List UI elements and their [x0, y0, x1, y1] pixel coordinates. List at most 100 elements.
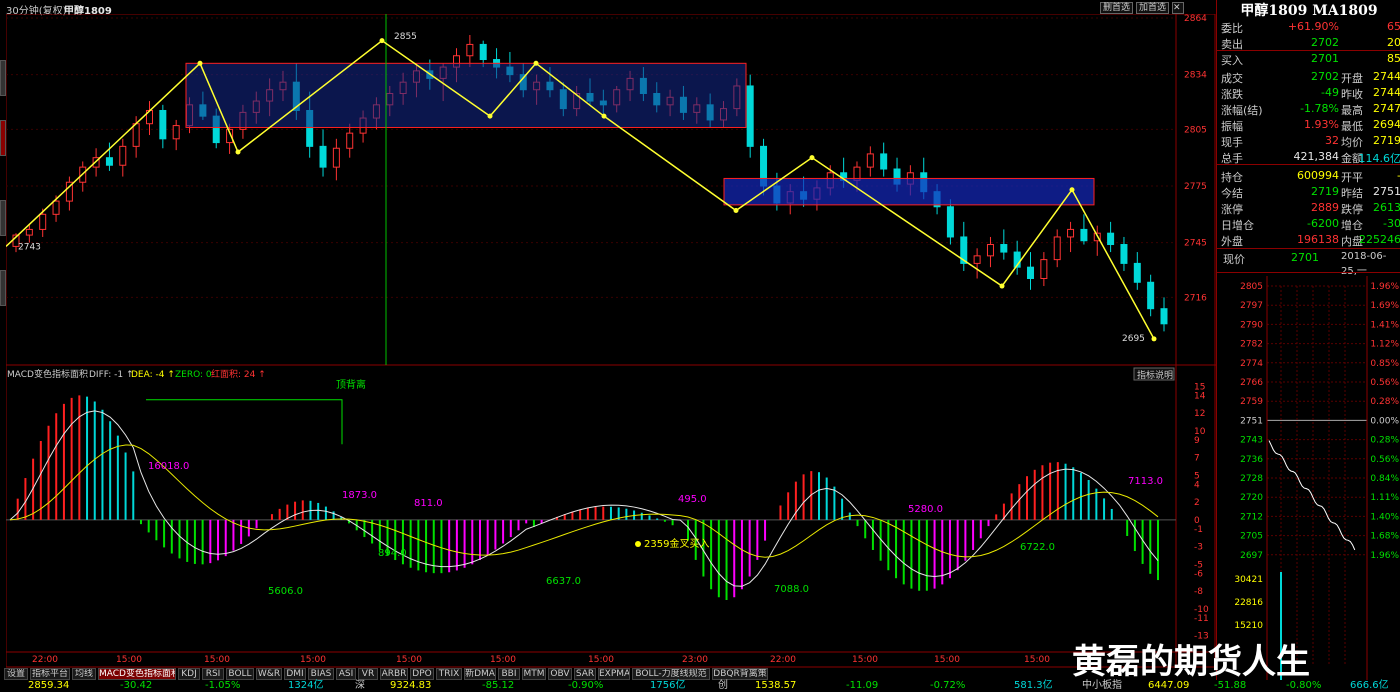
indicator-tab[interactable]: TRIX: [436, 668, 462, 680]
quote-value: 20: [1387, 36, 1400, 49]
quote-label: 现手: [1221, 136, 1243, 149]
indicator-tab[interactable]: BIAS: [308, 668, 334, 680]
indicator-tab[interactable]: DMI: [284, 668, 306, 680]
mini-price-label: 2790: [1240, 320, 1263, 330]
macd-tick-label: 7: [1194, 454, 1200, 464]
macd-diff-line: [9, 410, 1159, 587]
indicator-tab[interactable]: BOLL: [226, 668, 254, 680]
macd-tick-label: 12: [1194, 409, 1205, 419]
low-price-label: 2695: [1122, 334, 1145, 344]
mini-price-label: 2782: [1240, 340, 1263, 350]
mini-price-label: 2759: [1240, 397, 1263, 407]
mini-pct-label: 1.11%: [1370, 493, 1399, 503]
macd-tick-label: -11: [1194, 614, 1209, 624]
time-axis-label: 15:00: [852, 655, 878, 665]
time-axis-label: 15:00: [490, 655, 516, 665]
zigzag-pivot: [1151, 336, 1157, 342]
indicator-tab[interactable]: KDJ: [178, 668, 200, 680]
quote-value: 65: [1387, 20, 1400, 33]
candle-body: [1067, 228, 1075, 238]
status-value: 2859.34: [28, 680, 70, 691]
zigzag-pivot: [235, 149, 241, 155]
indicator-tab[interactable]: MTM: [522, 668, 546, 680]
quote-value: -49: [1321, 86, 1339, 99]
zigzag-pivot: [809, 155, 815, 161]
quote-value: 2719: [1311, 185, 1339, 198]
quote-label: 振幅: [1221, 120, 1243, 133]
candle-body: [105, 157, 113, 166]
candle-body: [39, 213, 47, 230]
mini-pct-label: 0.28%: [1370, 397, 1399, 407]
macd-legend-item: MACD变色指标面积: [7, 368, 88, 380]
status-value: 9324.83: [390, 680, 432, 691]
divergence-bracket: [146, 399, 343, 445]
candle-body: [880, 153, 888, 170]
indicator-tab[interactable]: 设置: [4, 668, 28, 680]
mini-pct-label: 1.68%: [1370, 532, 1399, 542]
time-axis-label: 23:00: [682, 655, 708, 665]
macd-tick-label: 2: [1194, 498, 1200, 508]
quote-row: 买入 2701 85: [1217, 51, 1400, 67]
indicator-tab[interactable]: BOLL-力度线规范: [632, 668, 710, 680]
zigzag-pivot: [379, 38, 385, 44]
status-value: -0.90%: [568, 680, 604, 691]
quote-value: 2702: [1311, 70, 1339, 83]
indicator-help-label: 指标说明: [1137, 369, 1173, 381]
indicator-tab[interactable]: SAR: [574, 668, 596, 680]
mini-price-label: 2712: [1240, 512, 1263, 522]
candle-body: [1133, 262, 1141, 283]
add-favorite-button[interactable]: 加首选: [1136, 2, 1170, 14]
quote-value: -6200: [1307, 217, 1339, 230]
indicator-tab[interactable]: BBI: [498, 668, 520, 680]
indicator-tab[interactable]: W&R: [256, 668, 282, 680]
remove-favorite-button[interactable]: 删首选: [1100, 2, 1134, 14]
indicator-tabs: 设置 指标平台 均线 MACD变色指标面积 KDJ RSI BOLL W&R DMI BIAS AS…: [0, 668, 1216, 680]
macd-annotation: 7088.0: [774, 584, 809, 595]
indicator-tab[interactable]: OBV: [548, 668, 572, 680]
indicator-tab[interactable]: DBQR背离策: [712, 668, 768, 680]
status-value: 1324亿: [288, 680, 324, 691]
status-value: 创: [718, 680, 728, 691]
indicator-tab[interactable]: RSI: [202, 668, 224, 680]
quote-label: 涨停: [1221, 203, 1243, 216]
price-tick-label: 2805: [1184, 125, 1207, 135]
indicator-tab[interactable]: 指标平台: [30, 668, 70, 680]
indicator-tab[interactable]: MACD变色指标面积: [98, 668, 176, 680]
close-icon[interactable]: ✕: [1172, 2, 1184, 14]
quote-label: 开盘: [1341, 72, 1363, 85]
time-axis-label: 15:00: [934, 655, 960, 665]
mini-pct-label: 1.40%: [1370, 512, 1399, 522]
price-tick-label: 2716: [1184, 293, 1207, 303]
time-axis-label: 22:00: [770, 655, 796, 665]
mini-pct-label: 1.12%: [1370, 340, 1399, 350]
quote-value: 2751: [1373, 185, 1400, 198]
status-value: -30.42: [120, 680, 153, 691]
candle-body: [346, 132, 354, 149]
candle-body: [986, 244, 994, 257]
indicator-tab[interactable]: 均线: [72, 668, 96, 680]
status-value: -0.72%: [930, 680, 966, 691]
zigzag-pivot: [487, 113, 493, 119]
quote-separator: [1217, 248, 1400, 249]
zigzag-pivot: [533, 60, 539, 66]
quote-value: 2744: [1373, 70, 1400, 83]
indicator-tab[interactable]: DPO: [410, 668, 434, 680]
indicator-tab[interactable]: 新DMA: [464, 668, 496, 680]
macd-annotation: 6722.0: [1020, 542, 1055, 553]
range-box-lower: [723, 177, 1095, 206]
indicator-tab[interactable]: EXPMA: [598, 668, 630, 680]
macd-annotation: 6637.0: [546, 576, 581, 587]
indicator-tab[interactable]: ARBR: [380, 668, 408, 680]
macd-tick-label: 4: [1194, 480, 1200, 490]
macd-tick-label: -3: [1194, 543, 1203, 553]
chart-canvas[interactable]: 2864 2834 2805 2775 2745 2716 2855 2695 2743 MACD…: [6, 14, 1216, 668]
price-tick-label: 2775: [1184, 182, 1207, 192]
indicator-tab[interactable]: ASI: [336, 668, 356, 680]
mini-pct-label: 1.96%: [1370, 551, 1399, 561]
macd-annotation: 5280.0: [908, 504, 943, 515]
zigzag-pivot: [1069, 187, 1075, 193]
quote-value: -30: [1383, 217, 1400, 230]
indicator-tab[interactable]: VR: [358, 668, 378, 680]
candle-body: [132, 123, 140, 147]
macd-annotation: 顶背离: [336, 378, 366, 391]
